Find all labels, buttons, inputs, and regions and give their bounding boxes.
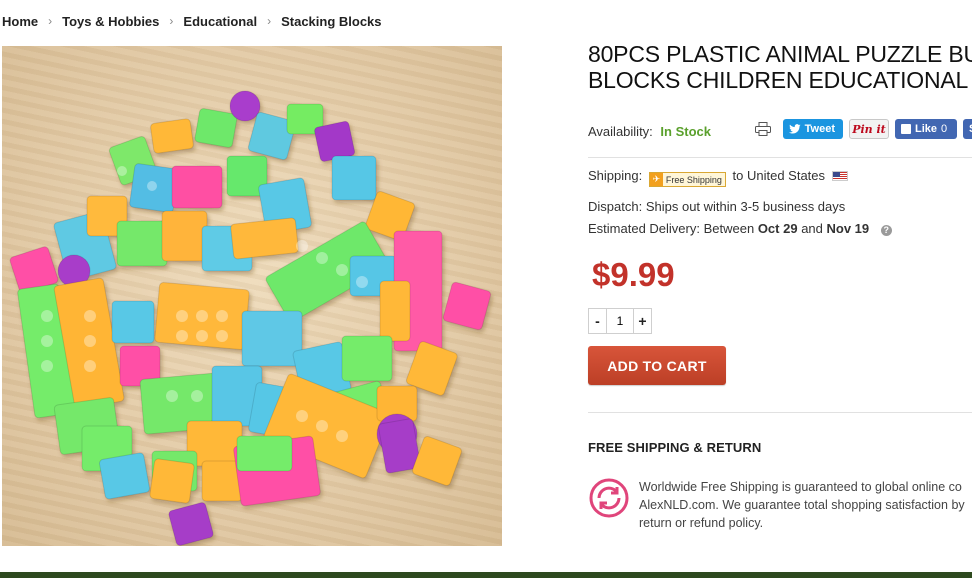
product-title: 80PCS PLASTIC ANIMAL PUZZLE BU BLOCKS CH… <box>588 41 972 93</box>
breadcrumb-separator: › <box>267 14 272 28</box>
dispatch-label: Dispatch: <box>588 199 643 214</box>
quantity-decrease-button[interactable]: - <box>588 308 607 334</box>
airplane-icon: ✈ <box>649 173 663 186</box>
free-shipping-badge-label: Free Shipping <box>665 174 722 185</box>
free-shipping-return-heading: FREE SHIPPING & RETURN <box>588 440 762 455</box>
free-shipping-return-text: Worldwide Free Shipping is guaranteed to… <box>639 478 972 532</box>
building-blocks-illustration <box>9 90 492 546</box>
product-title-line-1: 80PCS PLASTIC ANIMAL PUZZLE BU <box>588 41 972 67</box>
return-text-line-2: AlexNLD.com. We guarantee total shopping… <box>639 498 965 512</box>
breadcrumb-separator: › <box>169 14 174 28</box>
availability: Availability: In Stock <box>588 124 711 139</box>
breadcrumb: Home › Toys & Hobbies › Educational › St… <box>2 12 382 30</box>
product-price: $9.99 <box>592 256 675 293</box>
print-icon[interactable] <box>755 122 771 136</box>
help-icon[interactable]: ? <box>880 225 892 236</box>
return-text-line-1: Worldwide Free Shipping is guaranteed to… <box>639 480 962 494</box>
shipping-row: Shipping: ✈ Free Shipping to United Stat… <box>588 168 848 187</box>
breadcrumb-toys-hobbies[interactable]: Toys & Hobbies <box>62 14 159 29</box>
breadcrumb-educational[interactable]: Educational <box>183 14 257 29</box>
facebook-share-button[interactable]: Sh <box>963 119 972 139</box>
dispatch-row: Dispatch: Ships out within 3-5 business … <box>588 199 845 214</box>
us-flag-icon <box>831 171 848 181</box>
return-text-line-3: return or refund policy. <box>639 516 764 530</box>
dispatch-value: Ships out within 3-5 business days <box>645 199 846 214</box>
delivery-and: and <box>801 221 823 236</box>
delivery-label: Estimated Delivery: Between <box>588 221 755 236</box>
estimated-delivery-row: Estimated Delivery: Between Oct 29 and N… <box>588 221 892 236</box>
availability-status: In Stock <box>660 124 711 139</box>
delivery-start-date: Oct 29 <box>757 221 798 236</box>
pin-it-button[interactable]: Pin it <box>849 119 889 139</box>
tweet-button[interactable]: Tweet <box>783 119 843 139</box>
breadcrumb-home[interactable]: Home <box>2 14 38 29</box>
divider <box>588 157 972 158</box>
add-to-cart-button[interactable]: ADD TO CART <box>588 346 726 385</box>
availability-label: Availability: <box>588 124 653 139</box>
social-share-bar: Tweet Pin it Like 0 Sh <box>755 119 972 139</box>
shipping-destination[interactable]: to United States <box>733 168 826 183</box>
like-count: 0 <box>941 123 948 135</box>
breadcrumb-stacking-blocks[interactable]: Stacking Blocks <box>281 14 381 29</box>
product-title-line-2: BLOCKS CHILDREN EDUCATIONAL T <box>588 67 972 93</box>
twitter-bird-icon <box>789 124 801 134</box>
tweet-label: Tweet <box>804 123 835 135</box>
footer-banner-edge <box>0 572 972 578</box>
divider <box>588 412 972 413</box>
return-refresh-icon <box>589 478 629 518</box>
like-label: Like <box>915 123 938 135</box>
delivery-end-date: Nov 19 <box>826 221 870 236</box>
thumbs-up-icon <box>901 124 911 134</box>
shipping-label: Shipping: <box>588 168 643 183</box>
facebook-like-button[interactable]: Like 0 <box>895 119 957 139</box>
free-shipping-badge: ✈ Free Shipping <box>648 172 726 187</box>
breadcrumb-separator: › <box>48 14 53 28</box>
product-image[interactable] <box>2 46 502 546</box>
quantity-stepper: - + <box>588 308 652 334</box>
quantity-input[interactable] <box>607 308 633 334</box>
quantity-increase-button[interactable]: + <box>633 308 652 334</box>
